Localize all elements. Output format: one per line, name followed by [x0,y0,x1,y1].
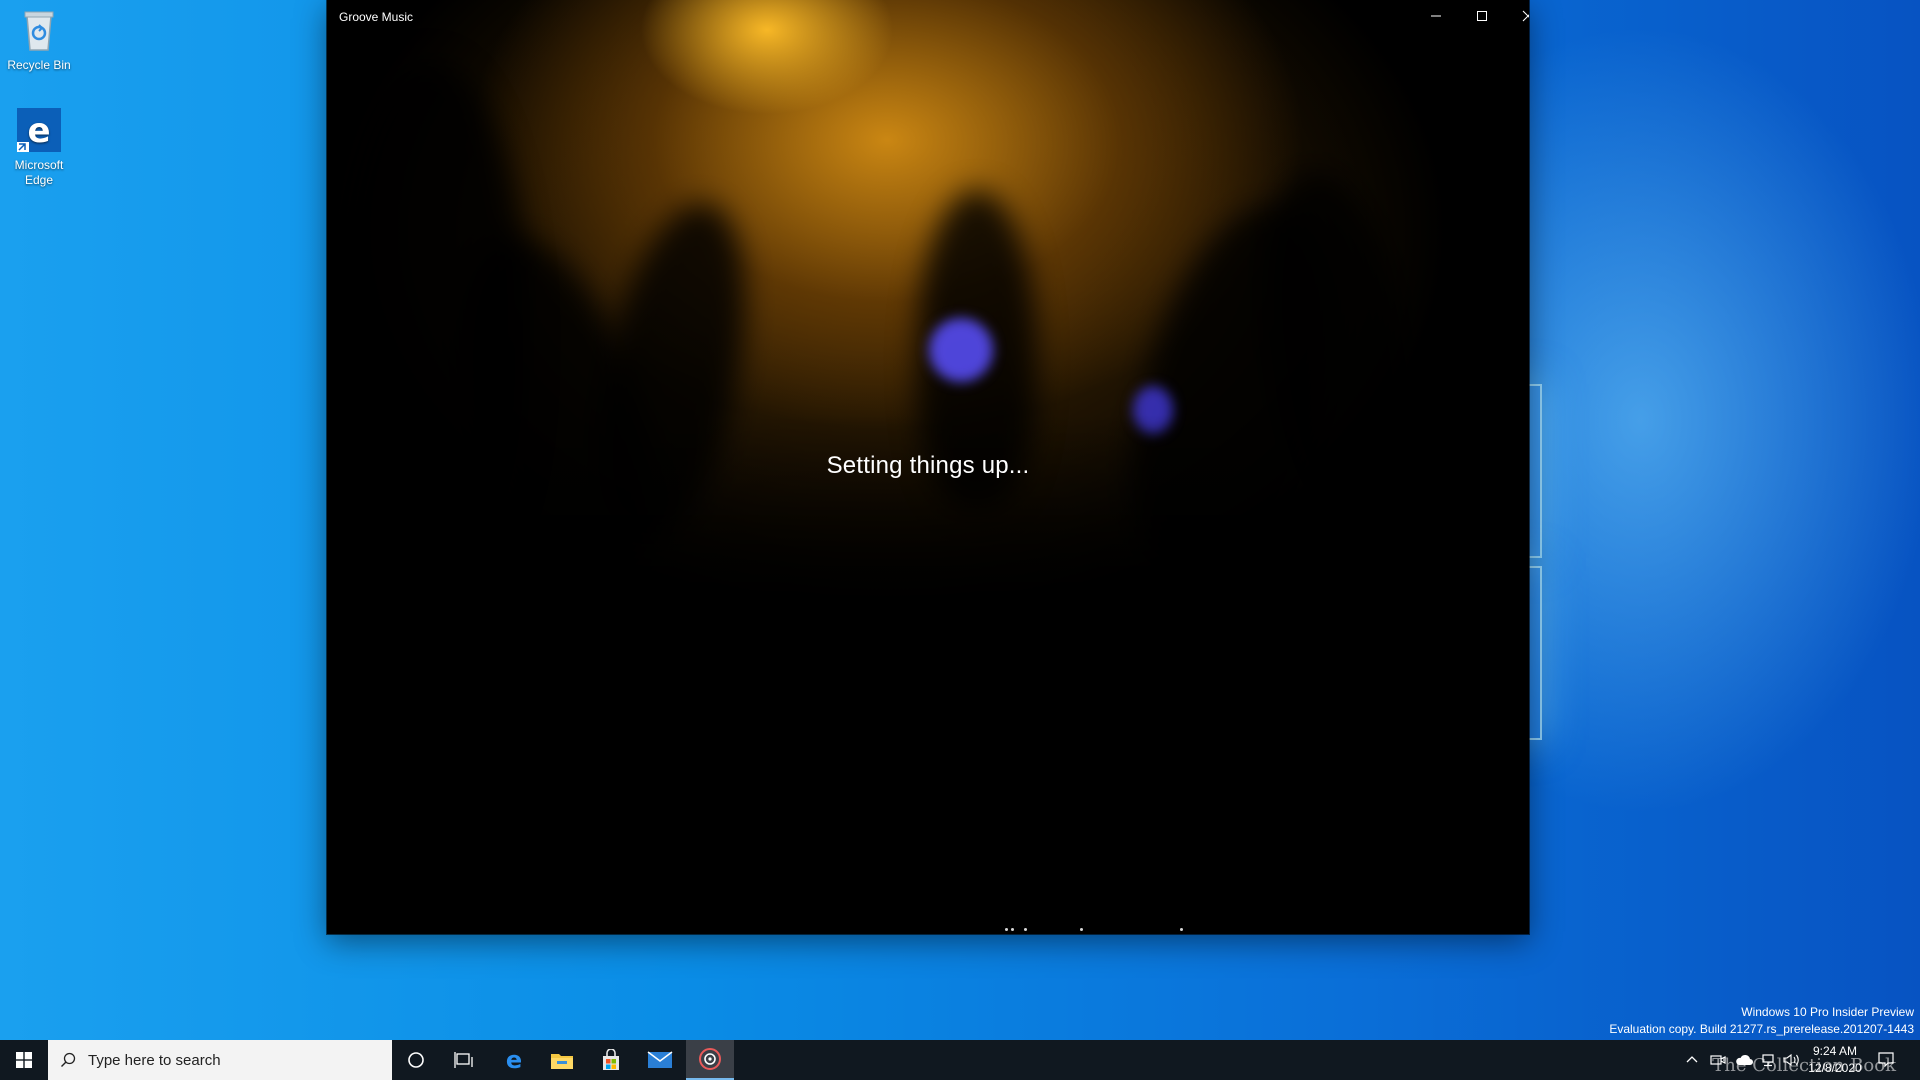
windows-start-icon [16,1052,32,1068]
search-icon [61,1052,76,1067]
taskbar-store-button[interactable] [587,1040,635,1080]
taskbar-search-box[interactable]: Type here to search [48,1040,392,1080]
desktop-icon-recycle-bin[interactable]: Recycle Bin [0,6,78,73]
progress-dot [1080,928,1083,931]
groove-music-icon [699,1048,721,1070]
taskbar: Type here to search e 9:24 AM 12/8/2020 … [0,1040,1920,1080]
watermark-line-2: Evaluation copy. Build 21277.rs_prerelea… [1609,1022,1914,1036]
edge-icon: e [506,1048,522,1072]
edge-icon: e [15,106,63,154]
chevron-up-icon [1686,1056,1698,1063]
task-view-button[interactable] [440,1040,488,1080]
progress-dot [1011,928,1014,931]
watermark-line-1: Windows 10 Pro Insider Preview [1741,1005,1914,1019]
svg-text:e: e [506,1048,522,1072]
desktop-icon-label: Recycle Bin [7,58,71,72]
minimize-icon [1431,15,1441,17]
title-bar[interactable]: Groove Music [327,0,1529,32]
task-view-icon [454,1052,473,1068]
svg-text:e: e [27,111,50,151]
taskbar-edge-button[interactable]: e [490,1040,538,1080]
taskbar-file-explorer-button[interactable] [538,1040,586,1080]
desktop: Recycle Bin e Microsoft Edge Groove Musi… [0,0,1920,1080]
window-title: Groove Music [339,10,414,24]
background-fade [327,414,1529,934]
brand-overlay: The Collection Book [1712,1055,1896,1076]
taskbar-mail-button[interactable] [636,1040,684,1080]
minimize-button[interactable] [1413,0,1459,32]
cortana-button[interactable] [392,1040,440,1080]
bokeh-light [929,318,993,382]
start-button[interactable] [0,1040,48,1080]
build-watermark: Windows 10 Pro Insider Preview Evaluatio… [1609,1004,1914,1038]
desktop-icon-label: Microsoft Edge [14,158,64,187]
mail-icon [647,1051,673,1068]
store-icon [603,1049,619,1070]
desktop-icon-microsoft-edge[interactable]: e Microsoft Edge [0,106,78,188]
progress-dot [1005,928,1008,931]
progress-dot [1024,928,1027,931]
groove-music-window[interactable]: Groove Music Setting things up... [327,0,1529,934]
cortana-icon [408,1052,424,1068]
taskbar-groove-music-button[interactable] [686,1040,734,1080]
setup-status-text: Setting things up... [826,452,1030,479]
close-button[interactable] [1505,0,1529,32]
search-placeholder: Type here to search [88,1051,221,1069]
file-explorer-icon [551,1054,573,1069]
progress-dot [1180,928,1183,931]
close-icon [1522,10,1529,22]
tray-overflow-button[interactable] [1680,1040,1704,1080]
maximize-button[interactable] [1459,0,1505,32]
maximize-icon [1477,11,1487,21]
recycle-bin-icon [15,6,63,54]
